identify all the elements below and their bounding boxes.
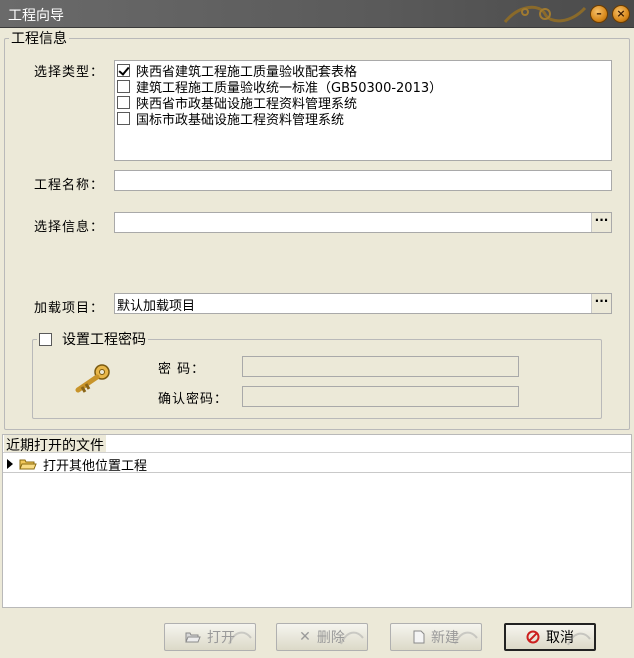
prohibited-icon (526, 630, 540, 644)
project-info-legend: 工程信息 (11, 31, 67, 47)
key-icon (75, 364, 110, 393)
decorative-swirl-icon (228, 631, 252, 645)
title-bar: 工程向导 – × (0, 0, 634, 28)
expand-arrow-icon[interactable] (7, 459, 13, 469)
folder-open-icon (19, 459, 37, 470)
delete-button[interactable]: ✕ 删除 (276, 623, 368, 651)
minimize-icon[interactable]: – (590, 5, 608, 23)
select-info-browse-button[interactable]: ··· (591, 213, 611, 232)
select-info-label: 选择信息： (34, 220, 105, 235)
load-project-label: 加载项目： (34, 301, 105, 316)
folder-open-icon (185, 632, 201, 643)
recent-item-open-other[interactable]: 打开其他位置工程 (7, 455, 148, 474)
new-button[interactable]: 新建 (390, 623, 482, 651)
decorative-swirl-icon (340, 631, 364, 645)
type-checkbox-1[interactable] (117, 79, 130, 93)
project-name-label: 工程名称： (34, 178, 105, 193)
type-label: 选择类型： (34, 65, 105, 80)
type-checkbox-2[interactable] (117, 95, 130, 109)
type-option-label: 国标市政基础设施工程资料管理系统 (136, 112, 345, 128)
password-label: 密 码： (158, 362, 206, 377)
recent-files-list[interactable]: 打开其他位置工程 (3, 452, 631, 606)
select-info-input[interactable]: ··· (114, 212, 612, 233)
cancel-button[interactable]: 取消 (504, 623, 596, 651)
set-password-label: 设置工程密码 (62, 332, 146, 348)
recent-item-label: 打开其他位置工程 (43, 458, 148, 474)
window-title: 工程向导 (8, 8, 64, 24)
decorative-swirl-icon (503, 5, 587, 23)
password-input[interactable] (242, 356, 519, 377)
delete-icon: ✕ (299, 629, 311, 645)
type-checkbox-0[interactable] (117, 63, 130, 77)
project-name-input[interactable] (114, 170, 612, 191)
decorative-swirl-icon (567, 632, 591, 646)
type-option-3[interactable]: 国标市政基础设施工程资料管理系统 (117, 110, 345, 128)
close-icon[interactable]: × (612, 5, 630, 23)
open-button[interactable]: 打开 (164, 623, 256, 651)
type-listbox[interactable]: 陕西省建筑工程施工质量验收配套表格 建筑工程施工质量验收统一标准（GB50300… (114, 60, 612, 161)
new-document-icon (413, 630, 425, 644)
confirm-password-label: 确认密码： (158, 392, 229, 407)
load-project-browse-button[interactable]: ··· (591, 294, 611, 313)
decorative-swirl-icon (454, 631, 478, 645)
load-project-value: 默认加载项目 (117, 299, 196, 314)
set-password-checkbox[interactable] (39, 332, 52, 346)
type-checkbox-3[interactable] (117, 111, 130, 125)
load-project-input[interactable]: 默认加载项目 ··· (114, 293, 612, 314)
password-legend[interactable]: 设置工程密码 (37, 329, 148, 349)
confirm-password-input[interactable] (242, 386, 519, 407)
